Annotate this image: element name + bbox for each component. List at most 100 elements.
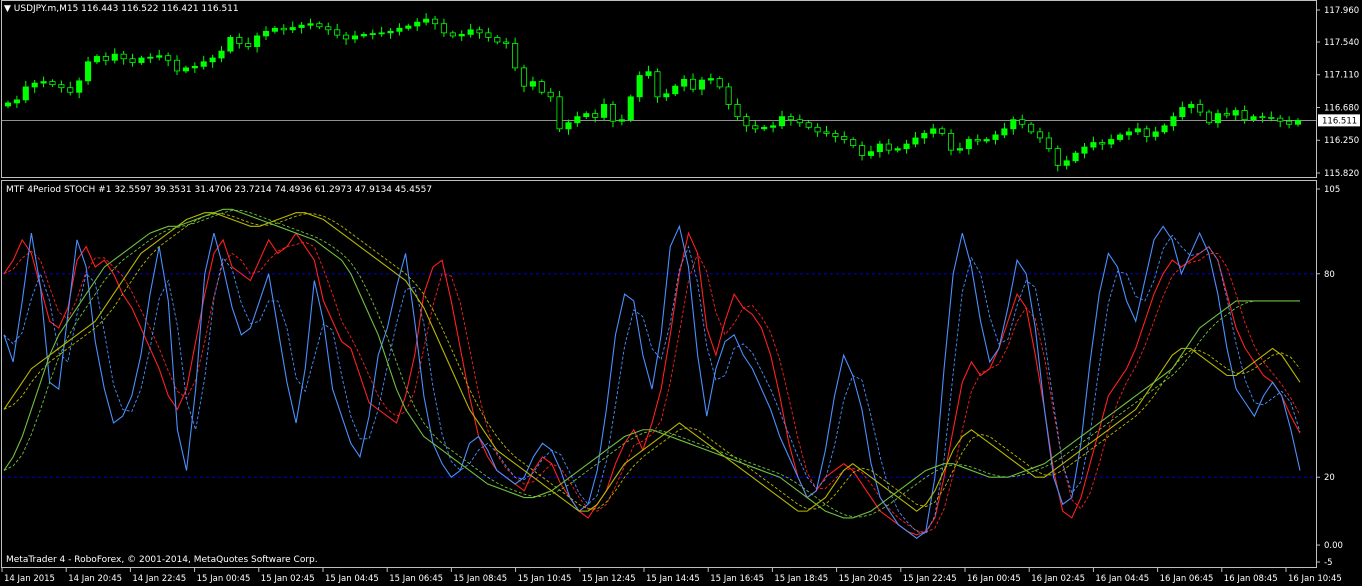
indicator-axis-label: 105: [1324, 185, 1340, 195]
candle-body: [1081, 146, 1088, 154]
candle-body: [885, 143, 892, 151]
candle-body: [992, 134, 999, 140]
time-axis-label: 14 Jan 2015: [4, 574, 55, 584]
candle-body: [974, 139, 981, 142]
candle-body: [503, 41, 510, 44]
candle-body: [850, 139, 857, 146]
candle-body: [1019, 119, 1026, 125]
candle-body: [1170, 116, 1177, 127]
candle-body: [147, 56, 154, 59]
candle-body: [467, 29, 474, 35]
candle-body: [49, 81, 56, 86]
candle-body: [22, 86, 29, 101]
candle-body: [841, 136, 848, 140]
candle-body: [431, 18, 439, 25]
candle-body: [1223, 113, 1230, 116]
candle-body: [627, 96, 634, 121]
time-axis-label: 15 Jan 14:45: [646, 574, 700, 584]
candle-body: [965, 139, 972, 150]
candle-body: [369, 33, 376, 36]
candle-body: [1179, 107, 1186, 118]
candle-body: [173, 59, 181, 72]
candle-body: [698, 79, 705, 90]
candle-body: [547, 91, 554, 98]
candle-body: [1205, 111, 1213, 124]
candle-body: [1001, 128, 1008, 136]
candle-body: [618, 119, 625, 122]
candle-body: [111, 53, 118, 61]
candle-body: [592, 113, 599, 118]
candle-body: [609, 104, 617, 122]
candle-body: [191, 65, 198, 69]
candle-body: [876, 143, 883, 153]
candle-body: [280, 27, 287, 31]
candle-body: [654, 71, 661, 98]
candle-body: [351, 35, 359, 40]
candle-body: [236, 37, 243, 44]
dropdown-triangle-icon[interactable]: ▼: [4, 4, 11, 14]
candle-body: [823, 131, 830, 134]
candle-body: [1090, 142, 1097, 148]
candle-body: [67, 87, 74, 93]
candle-body: [1125, 131, 1133, 136]
candle-body: [476, 29, 483, 34]
candle-body: [1214, 113, 1221, 124]
stoch-green-main-line: [3, 208, 1300, 519]
candle-body: [1108, 139, 1115, 145]
candle-body: [947, 132, 955, 151]
time-axis-label: 15 Jan 20:45: [839, 574, 893, 584]
candle-body: [556, 96, 563, 130]
candle-body: [681, 78, 688, 87]
candle-body: [1054, 148, 1061, 166]
price-axis-label: 117.110: [1324, 71, 1359, 81]
price-header: ▼ USDJPY.m,M15 116.443 116.522 116.421 1…: [4, 4, 239, 14]
candle-body: [725, 86, 732, 105]
time-axis-label: 14 Jan 20:45: [68, 574, 122, 584]
candle-body: [423, 18, 430, 23]
candle-body: [209, 57, 216, 63]
time-axis-label: 15 Jan 12:45: [582, 574, 636, 584]
time-axis-label: 16 Jan 06:45: [1160, 574, 1214, 584]
candle-body: [1188, 104, 1195, 108]
candle-body: [663, 93, 670, 98]
candle-body: [218, 50, 225, 59]
candle-body: [1197, 104, 1204, 113]
time-axis-label: 15 Jan 10:45: [518, 574, 572, 584]
candle-body: [289, 27, 296, 31]
indicator-name: MTF 4Period STOCH #1: [6, 185, 112, 195]
candle-body: [601, 104, 608, 118]
candle-body: [1161, 125, 1168, 133]
indicator-values: 32.5597 39.3531 31.4706 23.7214 74.4936 …: [114, 185, 433, 195]
candle-body: [520, 67, 528, 87]
stoch-yellow-main-line: [3, 212, 1301, 512]
candle-body: [360, 33, 367, 37]
candle-body: [440, 23, 447, 34]
time-axis-label: 15 Jan 18:45: [774, 574, 828, 584]
time-axis-label: 16 Jan 10:45: [1288, 574, 1342, 584]
candle-body: [903, 143, 910, 150]
stoch-blue-main-line: [3, 224, 1301, 539]
candle-body: [271, 27, 278, 32]
candle-body: [787, 116, 794, 121]
indicator-axis-label: 20: [1324, 473, 1335, 483]
candle-body: [227, 37, 234, 52]
candle-body: [921, 132, 928, 139]
candle-body: [245, 43, 252, 47]
candle-body: [512, 43, 519, 69]
candle-body: [672, 85, 679, 95]
current-price-label: 116.511: [1322, 116, 1357, 126]
price-axis-label: 115.820: [1324, 169, 1359, 179]
candle-body: [1286, 120, 1293, 125]
stoch-red-main-line: [3, 231, 1301, 536]
candle-body: [778, 116, 786, 127]
candle-body: [583, 113, 590, 118]
candle-body: [707, 78, 714, 81]
price-axis-label: 116.250: [1324, 136, 1359, 146]
candle-body: [1277, 117, 1284, 122]
candle-body: [752, 125, 759, 130]
candle-body: [298, 24, 305, 28]
time-axis-label: 15 Jan 04:45: [325, 574, 379, 584]
price-axis-label: 116.680: [1324, 103, 1359, 113]
candle-body: [120, 53, 127, 60]
candle-body: [396, 27, 403, 32]
